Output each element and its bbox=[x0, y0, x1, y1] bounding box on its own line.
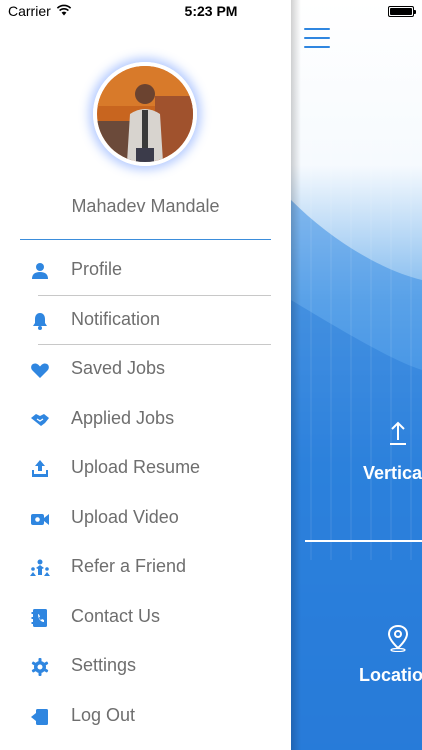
menu-label: Upload Video bbox=[71, 506, 179, 527]
navigation-drawer: Mahadev Mandale Profile Notification Sav… bbox=[0, 0, 291, 750]
battery-icon bbox=[388, 6, 416, 17]
video-camera-icon bbox=[31, 513, 49, 525]
menu-item-contact-us[interactable]: Contact Us bbox=[0, 593, 291, 643]
drawer-shadow bbox=[291, 0, 301, 750]
menu-item-log-out[interactable]: Log Out bbox=[0, 692, 291, 742]
bell-icon bbox=[33, 312, 47, 330]
name-divider bbox=[20, 239, 271, 240]
menu-item-settings[interactable]: Settings bbox=[0, 642, 291, 692]
handshake-icon bbox=[31, 413, 49, 426]
menu-label: Upload Resume bbox=[71, 457, 201, 477]
vertical-label[interactable]: Vertica bbox=[363, 463, 422, 484]
logout-icon bbox=[31, 708, 48, 725]
person-icon bbox=[32, 263, 48, 279]
section-divider bbox=[305, 540, 422, 542]
upload-icon bbox=[32, 460, 48, 477]
hamburger-menu-icon[interactable] bbox=[304, 28, 330, 50]
home-screen-background: Vertica Locatio bbox=[291, 0, 422, 750]
menu-label: Settings bbox=[71, 655, 137, 675]
menu-label: Applied Jobs bbox=[71, 407, 175, 428]
menu-item-applied-jobs[interactable]: Applied Jobs bbox=[0, 395, 291, 445]
clock: 5:23 PM bbox=[184, 3, 238, 19]
menu-label: Log Out bbox=[71, 704, 136, 725]
refer-friend-icon bbox=[30, 559, 50, 576]
location-label[interactable]: Locatio bbox=[359, 665, 422, 686]
menu-label: Refer a Friend bbox=[71, 556, 187, 576]
menu-item-upload-resume[interactable]: Upload Resume bbox=[0, 444, 291, 494]
menu-item-profile[interactable]: Profile bbox=[0, 246, 291, 296]
upload-arrow-icon bbox=[390, 421, 406, 445]
menu-item-notification[interactable]: Notification bbox=[0, 296, 291, 345]
gear-icon bbox=[31, 658, 49, 676]
status-bar: Carrier 5:23 PM bbox=[0, 0, 422, 22]
menu-item-upload-video[interactable]: Upload Video bbox=[0, 494, 291, 544]
location-pin-icon bbox=[387, 624, 409, 652]
contact-book-icon bbox=[31, 608, 47, 627]
avatar[interactable] bbox=[93, 62, 197, 166]
menu-label: Contact Us bbox=[71, 605, 161, 626]
menu-label: Saved Jobs bbox=[71, 358, 166, 378]
menu-label: Notification bbox=[71, 308, 161, 329]
drawer-menu: Profile Notification Saved Jobs Applied … bbox=[0, 246, 291, 741]
heart-icon bbox=[31, 363, 49, 378]
menu-label: Profile bbox=[71, 259, 123, 279]
menu-item-refer-a-friend[interactable]: Refer a Friend bbox=[0, 543, 291, 593]
user-name: Mahadev Mandale bbox=[71, 196, 220, 216]
menu-item-saved-jobs[interactable]: Saved Jobs bbox=[0, 345, 291, 395]
